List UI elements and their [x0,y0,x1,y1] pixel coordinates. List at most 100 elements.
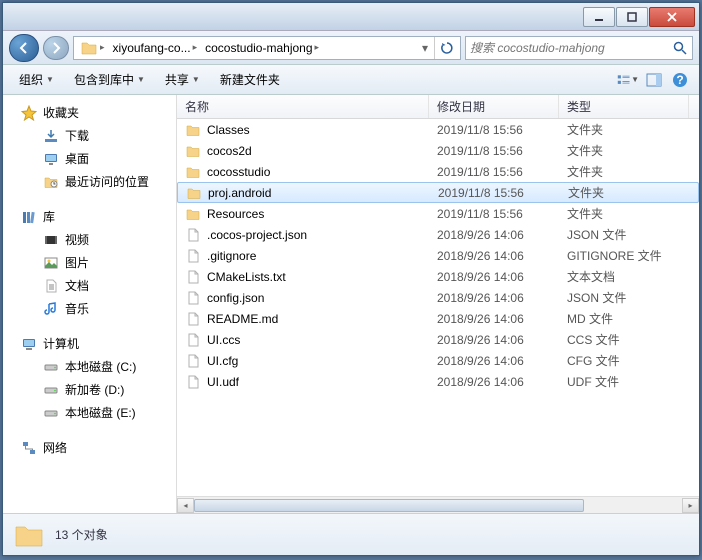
include-button[interactable]: 包含到库中▼ [66,68,153,91]
help-button[interactable]: ? [669,69,691,91]
file-row[interactable]: README.md2018/9/26 14:06MD 文件 [177,308,699,329]
file-row[interactable]: Classes2019/11/8 15:56文件夹 [177,119,699,140]
scroll-thumb[interactable] [194,499,584,512]
nav-label: 本地磁盘 (C:) [65,358,136,375]
preview-pane-button[interactable] [643,69,665,91]
download-icon [43,128,59,144]
folder-icon [185,122,201,138]
drive-icon [43,359,59,375]
column-name[interactable]: 名称 [177,95,429,118]
file-icon [185,290,201,306]
file-icon [185,227,201,243]
column-date[interactable]: 修改日期 [429,95,559,118]
file-date: 2018/9/26 14:06 [437,354,524,368]
nav-network[interactable]: 网络 [3,436,176,459]
file-name: Resources [207,207,264,221]
file-icon [185,269,201,285]
file-row[interactable]: .gitignore2018/9/26 14:06GITIGNORE 文件 [177,245,699,266]
forward-button[interactable] [43,36,69,60]
star-icon [21,105,37,121]
file-name: UI.udf [207,375,239,389]
refresh-button[interactable] [434,37,458,59]
document-icon [43,278,59,294]
breadcrumb-segment[interactable]: cocostudio-mahjong▸ [201,37,323,59]
nav-disk-c[interactable]: 本地磁盘 (C:) [3,355,176,378]
file-row[interactable]: cocos2d2019/11/8 15:56文件夹 [177,140,699,161]
file-date: 2019/11/8 15:56 [437,144,523,158]
maximize-button[interactable] [616,7,648,27]
newfolder-button[interactable]: 新建文件夹 [212,68,288,91]
nav-recent[interactable]: 最近访问的位置 [3,170,176,193]
nav-music[interactable]: 音乐 [3,297,176,320]
nav-libraries[interactable]: 库 [3,205,176,228]
svg-text:?: ? [676,73,683,87]
search-input[interactable] [470,41,672,55]
column-header: 名称 修改日期 类型 [177,95,699,119]
content-pane: 名称 修改日期 类型 Classes2019/11/8 15:56文件夹coco… [177,95,699,513]
toolbar-label: 共享 [165,71,189,88]
toolbar: 组织▼ 包含到库中▼ 共享▼ 新建文件夹 ▼ ? [3,65,699,95]
column-type[interactable]: 类型 [559,95,689,118]
nav-videos[interactable]: 视频 [3,228,176,251]
nav-favorites[interactable]: 收藏夹 [3,101,176,124]
nav-label: 网络 [43,439,67,456]
scroll-track[interactable] [194,498,682,513]
file-row[interactable]: .cocos-project.json2018/9/26 14:06JSON 文… [177,224,699,245]
video-icon [43,232,59,248]
navigation-pane[interactable]: 收藏夹 下载 桌面 最近访问的位置 库 视频 图片 文档 音乐 计算机 本地磁盘… [3,95,177,513]
nav-pictures[interactable]: 图片 [3,251,176,274]
search-icon[interactable] [672,40,688,56]
file-date: 2019/11/8 15:56 [437,123,523,137]
file-date: 2018/9/26 14:06 [437,249,524,263]
file-row[interactable]: config.json2018/9/26 14:06JSON 文件 [177,287,699,308]
scroll-left-button[interactable]: ◂ [177,498,194,513]
breadcrumb-label: cocostudio-mahjong [205,41,312,55]
view-options-button[interactable]: ▼ [617,69,639,91]
minimize-button[interactable] [583,7,615,27]
horizontal-scrollbar[interactable]: ◂ ▸ [177,496,699,513]
file-row[interactable]: CMakeLists.txt2018/9/26 14:06文本文档 [177,266,699,287]
history-dropdown[interactable]: ▾ [416,41,434,55]
file-name: UI.ccs [207,333,240,347]
breadcrumb[interactable]: ▸ xiyoufang-co...▸ cocostudio-mahjong▸ ▾ [73,36,461,60]
file-row[interactable]: UI.udf2018/9/26 14:06UDF 文件 [177,371,699,392]
search-box[interactable] [465,36,693,60]
nav-downloads[interactable]: 下载 [3,124,176,147]
scroll-right-button[interactable]: ▸ [682,498,699,513]
file-name: cocosstudio [207,165,270,179]
back-button[interactable] [9,34,39,62]
file-icon [185,374,201,390]
file-date: 2018/9/26 14:06 [437,270,524,284]
nav-documents[interactable]: 文档 [3,274,176,297]
file-row[interactable]: cocosstudio2019/11/8 15:56文件夹 [177,161,699,182]
address-bar: ▸ xiyoufang-co...▸ cocostudio-mahjong▸ ▾ [3,31,699,65]
organize-button[interactable]: 组织▼ [11,68,62,91]
nav-computer[interactable]: 计算机 [3,332,176,355]
nav-label: 视频 [65,231,89,248]
file-type: JSON 文件 [567,289,626,306]
file-name: README.md [207,312,278,326]
file-date: 2018/9/26 14:06 [437,291,524,305]
file-type: UDF 文件 [567,373,619,390]
file-list[interactable]: Classes2019/11/8 15:56文件夹cocos2d2019/11/… [177,119,699,496]
drive-icon [43,382,59,398]
file-row[interactable]: UI.ccs2018/9/26 14:06CCS 文件 [177,329,699,350]
nav-disk-e[interactable]: 本地磁盘 (E:) [3,401,176,424]
nav-label: 文档 [65,277,89,294]
file-row[interactable]: Resources2019/11/8 15:56文件夹 [177,203,699,224]
nav-disk-d[interactable]: 新加卷 (D:) [3,378,176,401]
title-bar[interactable] [3,3,699,31]
close-button[interactable] [649,7,695,27]
breadcrumb-root[interactable]: ▸ [76,37,109,59]
breadcrumb-segment[interactable]: xiyoufang-co...▸ [109,37,202,59]
file-type: 文件夹 [568,184,604,201]
file-type: CFG 文件 [567,352,620,369]
nav-desktop[interactable]: 桌面 [3,147,176,170]
status-text: 13 个对象 [55,526,108,543]
share-button[interactable]: 共享▼ [157,68,208,91]
file-row[interactable]: UI.cfg2018/9/26 14:06CFG 文件 [177,350,699,371]
file-date: 2019/11/8 15:56 [437,207,523,221]
file-row[interactable]: proj.android2019/11/8 15:56文件夹 [177,182,699,203]
file-icon [185,311,201,327]
file-date: 2019/11/8 15:56 [437,165,523,179]
